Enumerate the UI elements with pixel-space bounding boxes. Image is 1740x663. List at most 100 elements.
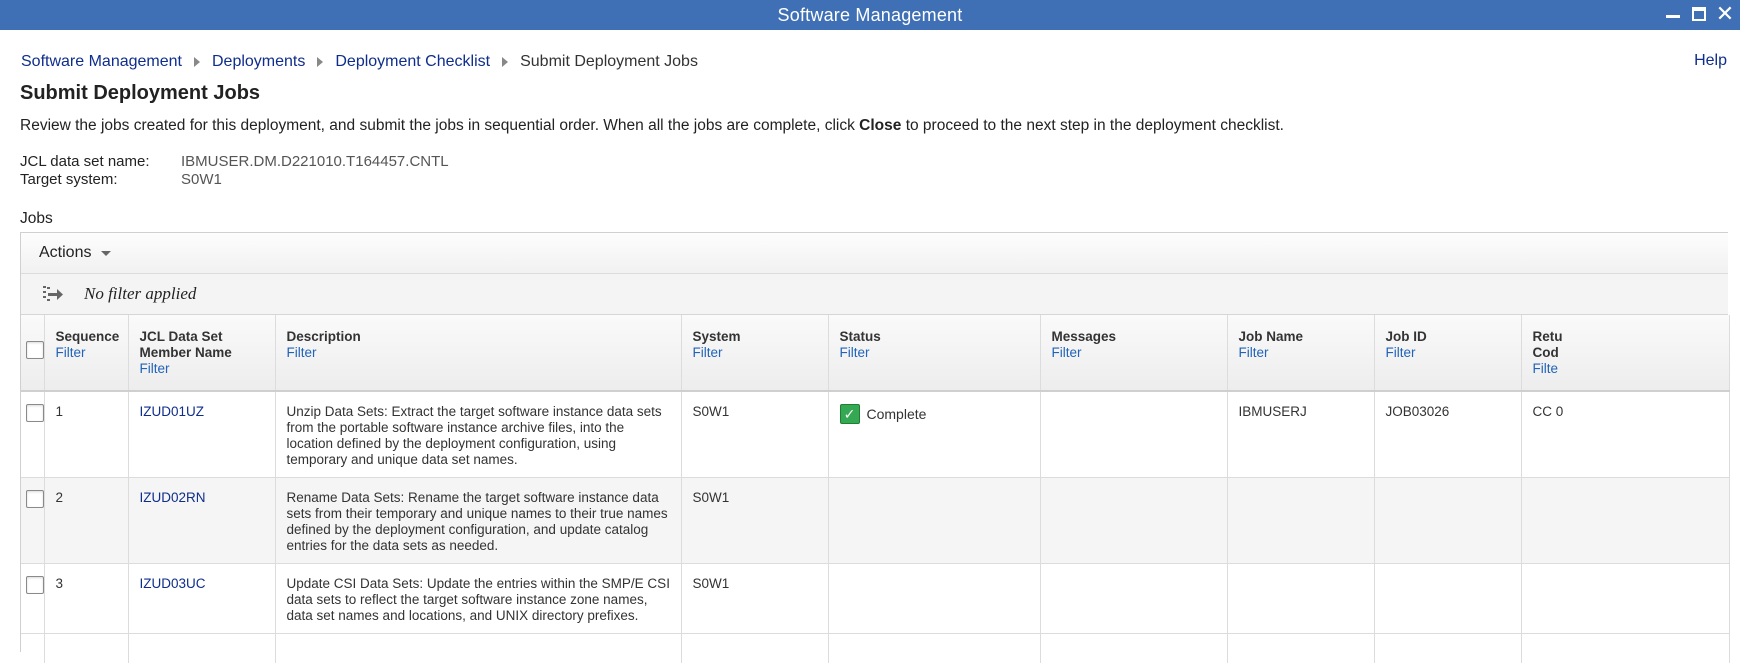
cell-description: Unzip Data Sets: Extract the target soft…: [275, 391, 682, 478]
member-name-link[interactable]: IZUD02RN: [140, 490, 206, 505]
cell-sequence: 1: [44, 391, 129, 478]
select-all-header: [21, 315, 45, 392]
maximize-button[interactable]: [1690, 3, 1708, 25]
column-return-code[interactable]: Retu Cod Filte: [1521, 315, 1730, 392]
column-title: Description: [286, 329, 361, 344]
check-icon: ✓: [839, 404, 860, 424]
column-title: JCL Data Set: [139, 329, 223, 344]
cell-description: Update CSI Data Sets: Update the entries…: [275, 563, 682, 634]
breadcrumb-deployment-checklist[interactable]: Deployment Checklist: [335, 53, 490, 71]
row-select-cell: [21, 633, 45, 663]
column-job-id[interactable]: Job ID Filter: [1374, 315, 1522, 392]
cell-return-code: [1521, 477, 1730, 564]
cell-member-name: IZUD03UC: [128, 563, 276, 634]
column-filter-link[interactable]: Filter: [1052, 345, 1217, 361]
target-system-label: Target system:: [20, 171, 118, 188]
member-name-link[interactable]: IZUD03UC: [140, 576, 206, 591]
column-title: Cod: [1532, 345, 1559, 360]
cell-system: S0W1: [681, 391, 829, 478]
filter-arrows-icon[interactable]: [41, 283, 65, 305]
actions-menu-button[interactable]: Actions: [39, 244, 112, 262]
breadcrumb-separator-icon: [317, 57, 324, 67]
close-button[interactable]: ✕: [1716, 3, 1734, 25]
column-sequence[interactable]: Sequence Filter: [44, 315, 129, 392]
filter-bar: No filter applied: [21, 274, 1728, 315]
column-messages[interactable]: Messages Filter: [1040, 315, 1228, 392]
cell-description: Rename Data Sets: Rename the target soft…: [275, 477, 682, 564]
window-titlebar: Software Management ✕: [0, 0, 1740, 30]
target-system-row: Target system: S0W1: [20, 171, 449, 189]
row-checkbox[interactable]: [26, 489, 43, 508]
column-filter-link[interactable]: Filter: [56, 345, 118, 361]
target-system-value: S0W1: [181, 171, 222, 188]
cell-job-name: [1227, 563, 1375, 634]
breadcrumb-deployments[interactable]: Deployments: [212, 53, 305, 71]
column-filter-link[interactable]: Filter: [287, 345, 671, 361]
cell-empty: [275, 633, 682, 663]
cell-return-code: [1521, 563, 1730, 634]
table-row-partial: [21, 633, 1730, 663]
actions-label: Actions: [39, 244, 92, 261]
cell-status: [828, 477, 1041, 564]
deployment-info: JCL data set name: IBMUSER.DM.D221010.T1…: [20, 153, 449, 189]
page-description: Review the jobs created for this deploym…: [20, 117, 1284, 135]
jcl-data-set-value: IBMUSER.DM.D221010.T164457.CNTL: [181, 153, 449, 170]
help-link[interactable]: Help: [1694, 52, 1727, 70]
chevron-down-icon: [101, 250, 112, 256]
row-checkbox[interactable]: [26, 404, 43, 422]
row-select-cell: [21, 477, 45, 564]
cell-member-name: IZUD01UZ: [128, 391, 276, 478]
breadcrumb-separator-icon: [193, 57, 200, 67]
table-header-row: Sequence Filter JCL Data Set Member Name…: [21, 315, 1730, 392]
column-member-name[interactable]: JCL Data Set Member Name Filter: [128, 315, 276, 392]
breadcrumb-software-management[interactable]: Software Management: [21, 53, 182, 71]
filter-arrows-svg: [43, 286, 63, 301]
cell-sequence: 2: [44, 477, 129, 564]
column-job-name[interactable]: Job Name Filter: [1227, 315, 1375, 392]
column-system[interactable]: System Filter: [681, 315, 829, 392]
cell-status: [828, 563, 1041, 634]
cell-system: S0W1: [681, 563, 829, 634]
cell-system: S0W1: [681, 477, 829, 564]
cell-job-id: [1374, 563, 1522, 634]
member-name-link[interactable]: IZUD01UZ: [140, 404, 205, 419]
column-filter-link[interactable]: Filter: [840, 345, 1030, 361]
maximize-icon: [1692, 7, 1706, 21]
table-row[interactable]: 1 IZUD01UZ Unzip Data Sets: Extract the …: [21, 391, 1730, 478]
cell-empty: [1227, 633, 1375, 663]
minimize-button[interactable]: [1664, 3, 1682, 25]
column-filter-link[interactable]: Filter: [1239, 345, 1364, 361]
cell-job-name: [1227, 477, 1375, 564]
filter-status: No filter applied: [84, 284, 197, 303]
column-filter-link[interactable]: Filter: [140, 361, 265, 377]
breadcrumb-current: Submit Deployment Jobs: [520, 53, 698, 70]
column-status[interactable]: Status Filter: [828, 315, 1041, 392]
table-row[interactable]: 3 IZUD03UC Update CSI Data Sets: Update …: [21, 563, 1730, 634]
select-all-checkbox[interactable]: [26, 341, 43, 359]
column-filter-link[interactable]: Filter: [1386, 345, 1511, 361]
cell-status: ✓ Complete: [828, 391, 1041, 478]
breadcrumb-separator-icon: [502, 57, 509, 67]
column-filter-link[interactable]: Filter: [693, 345, 818, 361]
row-select-cell: [21, 391, 45, 478]
cell-messages: [1040, 477, 1228, 564]
row-checkbox[interactable]: [26, 575, 43, 594]
cell-member-name: IZUD02RN: [128, 477, 276, 564]
window-controls: ✕: [1664, 3, 1734, 25]
status-text: Complete: [866, 406, 927, 422]
column-title: Job ID: [1385, 329, 1427, 344]
description-text-end: to proceed to the next step in the deplo…: [901, 117, 1284, 134]
description-close-keyword: Close: [859, 117, 902, 134]
jcl-data-set-label: JCL data set name:: [20, 153, 150, 170]
cell-sequence: 3: [44, 563, 129, 634]
column-title: Retu: [1532, 329, 1563, 344]
cell-empty: [1521, 633, 1730, 663]
jobs-table: Sequence Filter JCL Data Set Member Name…: [21, 315, 1730, 663]
column-filter-link[interactable]: Filte: [1533, 361, 1719, 377]
column-description[interactable]: Description Filter: [275, 315, 682, 392]
row-select-cell: [21, 563, 45, 634]
jobs-grid: Actions No filter applied Sequence Filte…: [20, 232, 1730, 663]
table-row[interactable]: 2 IZUD02RN Rename Data Sets: Rename the …: [21, 477, 1730, 564]
cell-job-id: JOB03026: [1374, 391, 1522, 478]
column-title: Job Name: [1238, 329, 1304, 344]
